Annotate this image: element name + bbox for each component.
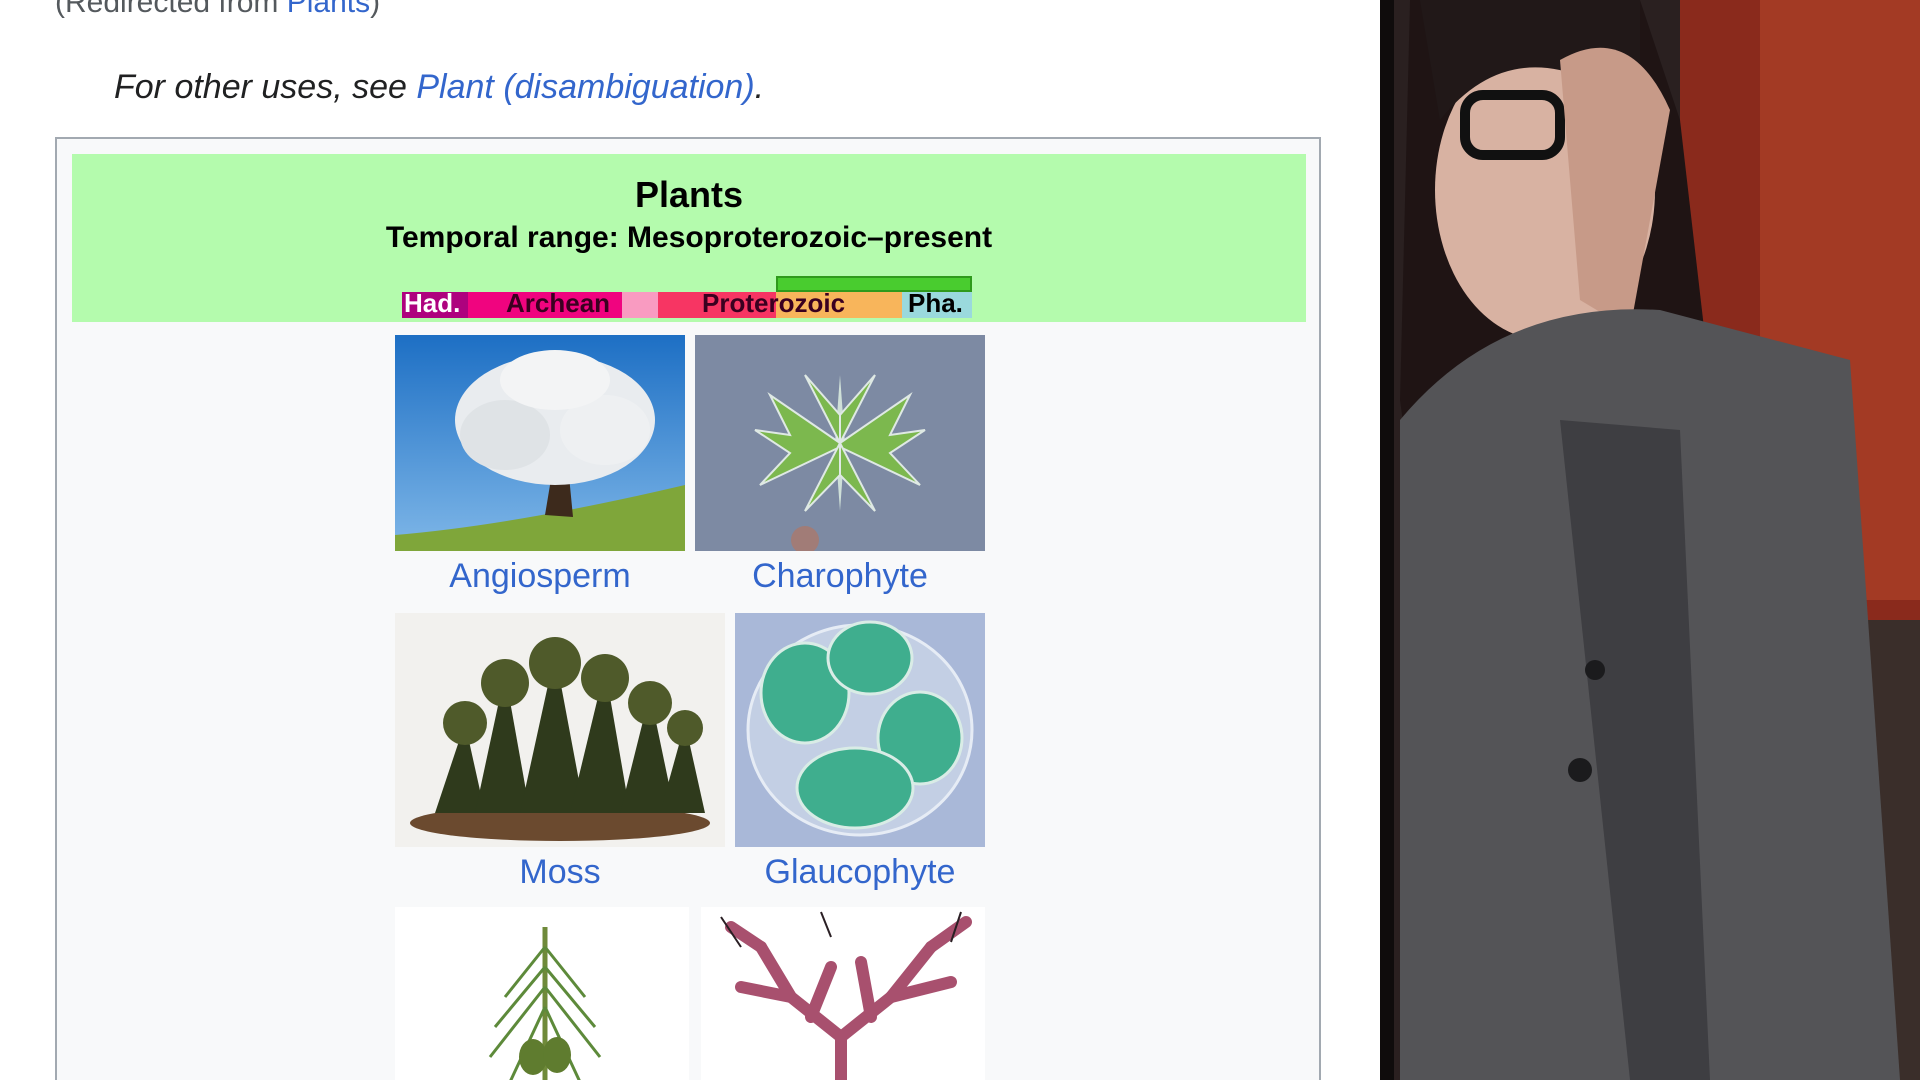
- label-hadean: Had.: [404, 288, 461, 318]
- redirect-note: (Redirected from Plants): [55, 0, 380, 20]
- redirect-prefix: (Redirected from: [55, 0, 287, 19]
- disambiguation-link[interactable]: Plant (disambiguation): [416, 68, 754, 106]
- angiosperm-image[interactable]: [395, 335, 685, 551]
- hatnote-prefix: For other uses, see: [114, 68, 417, 106]
- red-algae-image[interactable]: [701, 907, 985, 1080]
- wikipedia-article: (Redirected from Plants) For other uses,…: [0, 0, 1380, 1080]
- taxobox: Plants Temporal range: Mesoproterozoic–p…: [55, 137, 1321, 1080]
- webcam-overlay: [1380, 0, 1920, 1080]
- glaucophyte-image[interactable]: [735, 613, 985, 847]
- hatnote: For other uses, see Plant (disambiguatio…: [114, 68, 764, 107]
- caption-moss[interactable]: Moss: [395, 853, 725, 892]
- caption-charophyte[interactable]: Charophyte: [695, 557, 985, 596]
- caption-glaucophyte[interactable]: Glaucophyte: [735, 853, 985, 892]
- segment-archean-late: [622, 292, 658, 318]
- charophyte-image[interactable]: [695, 335, 985, 551]
- label-archean: Archean: [506, 288, 611, 318]
- label-proterozoic: Proterozoic: [702, 288, 846, 318]
- caption-angiosperm[interactable]: Angiosperm: [395, 557, 685, 596]
- pine-image[interactable]: [395, 907, 689, 1080]
- taxobox-title: Plants: [634, 174, 744, 215]
- redirect-suffix: ): [370, 0, 381, 19]
- taxobox-header: Plants Temporal range: Mesoproterozoic–p…: [72, 154, 1306, 322]
- label-phanerozoic: Pha.: [908, 288, 963, 318]
- moss-image[interactable]: [395, 613, 725, 847]
- hatnote-suffix: .: [754, 68, 765, 106]
- geologic-timeline[interactable]: Had. Archean Proterozoic Pha.: [402, 274, 972, 318]
- temporal-range: Temporal range: Mesoproterozoic–present: [385, 221, 993, 254]
- redirect-link[interactable]: Plants: [287, 0, 370, 19]
